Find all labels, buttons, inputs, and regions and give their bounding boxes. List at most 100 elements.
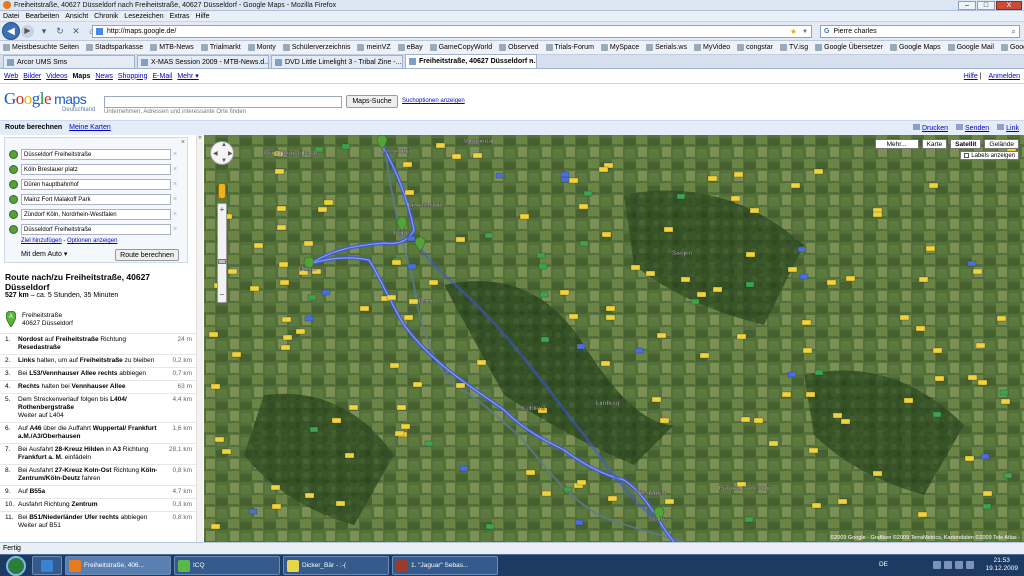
taskbar-window-button[interactable]: 1. "Jaguar" Sebas... (392, 556, 498, 575)
pan-left-icon[interactable]: ◀ (213, 150, 218, 157)
map-view[interactable]: Düsseldorf Wuppertal Mönchengladbach Köln Le… (204, 135, 1024, 542)
waypoint-marker-icon[interactable] (9, 224, 18, 234)
city-label[interactable]: Frankfurt am Main (719, 485, 772, 492)
show-options-link[interactable]: Optionen anzeigen (67, 238, 117, 244)
waypoint-marker-icon[interactable] (9, 209, 18, 219)
search-icon[interactable]: ⌕ (1012, 27, 1016, 37)
remove-waypoint-icon[interactable]: × (171, 151, 179, 158)
bookmark-item[interactable]: Trials-Forum (545, 44, 594, 51)
travel-mode-select[interactable]: Mit dem Auto ▾ (21, 250, 67, 258)
network-icon[interactable] (933, 561, 941, 569)
waypoint-input[interactable]: Zündorf Köln, Nordrhein-Westfalen (21, 208, 171, 220)
remove-waypoint-icon[interactable]: × (171, 181, 179, 188)
ie-quicklaunch[interactable] (32, 556, 62, 575)
url-dropdown-icon[interactable]: ▼ (802, 29, 808, 35)
bookmark-item[interactable]: Monty (247, 44, 276, 51)
pan-right-icon[interactable]: ▶ (228, 150, 233, 157)
menu-extras[interactable]: Extras (170, 13, 190, 20)
waypoint-marker-icon[interactable] (9, 164, 18, 174)
browser-tab[interactable]: Freiheitstraße, 40627 Düsseldorf n... × (405, 54, 537, 68)
bookmark-item[interactable]: Google Mail - Postein... (1000, 44, 1024, 51)
waypoint-input[interactable]: Mainz Fort Malakoff Park (21, 193, 171, 205)
tab-close-icon[interactable]: × (529, 58, 533, 65)
waypoint-marker-icon[interactable] (9, 194, 18, 204)
browser-tab[interactable]: DVD Little Limelight 3 - Tribal Zine -..… (271, 55, 403, 68)
bookmark-item[interactable]: MyVideo (694, 44, 730, 51)
pan-down-icon[interactable]: ▼ (221, 158, 227, 164)
city-label[interactable]: Düsseldorf (380, 148, 412, 155)
city-label[interactable]: Bonn (419, 298, 435, 305)
url-bar[interactable]: http://maps.google.de/ ★ ▼ (92, 25, 812, 38)
link-link[interactable]: Link (997, 124, 1019, 132)
route-step[interactable]: 4. Rechts halten bei Vennhauser Allee 63 m (0, 380, 196, 393)
city-label[interactable]: Wuppertal (464, 138, 494, 145)
zoom-out-button[interactable]: − (218, 290, 226, 299)
taskbar-window-button[interactable]: Freiheitstraße, 406... (65, 556, 171, 575)
search-options-link[interactable]: Suchoptionen anzeigen (402, 98, 465, 104)
gbar-bilder-link[interactable]: Bilder (23, 73, 41, 80)
bookmark-item[interactable]: Serials.ws (646, 44, 687, 51)
bookmark-item[interactable]: Trialmarkt (200, 44, 241, 51)
gbar-news-link[interactable]: News (95, 73, 113, 80)
route-step[interactable]: 3. Bei L53/Vennhauser Allee rechts abbieg… (0, 367, 196, 380)
collapse-panel-icon[interactable]: « (197, 135, 203, 141)
bookmark-item[interactable]: congstar (737, 44, 773, 51)
bookmark-item[interactable]: Schülerverzeichnis (282, 44, 350, 51)
bookmark-item[interactable]: eBay (397, 44, 423, 51)
gbar-shopping-link[interactable]: Shopping (118, 73, 148, 80)
add-destination-link[interactable]: Ziel hinzufügen (21, 238, 62, 244)
maps-search-button[interactable]: Maps-Suche (346, 95, 398, 108)
battery-icon[interactable] (966, 561, 974, 569)
map-type-satellit[interactable]: Satellit (950, 139, 982, 149)
stop-icon[interactable]: ✕ (70, 25, 82, 37)
satellite-map[interactable]: Düsseldorf Wuppertal Mönchengladbach Köln Le… (204, 135, 1024, 542)
route-step[interactable]: 9. Auf B55a 4,7 km (0, 485, 196, 498)
route-step[interactable]: 7. Bei Ausfahrt 28-Kreuz Hilden in A3 Ric… (0, 443, 196, 464)
google-maps-logo[interactable]: Google maps (4, 89, 87, 109)
waypoint-marker-icon[interactable] (9, 179, 18, 189)
maximize-button[interactable]: □ (977, 1, 995, 10)
bookmark-item[interactable]: Stadtsparkasse (85, 44, 143, 51)
taskbar-window-button[interactable]: Dicker_Bär - :-( (283, 556, 389, 575)
waypoint-input[interactable]: Düsseldorf Freiheitstraße (21, 223, 171, 235)
waypoint-input[interactable]: Düsseldorf Freiheitstraße (21, 148, 171, 160)
gbar-videos-link[interactable]: Videos (46, 73, 67, 80)
clock[interactable]: 21:53 19.12.2009 (985, 557, 1018, 573)
city-label[interactable]: Leverkusen (408, 202, 442, 209)
city-label[interactable]: Siegen (672, 250, 693, 257)
pan-control[interactable]: ▲ ▼ ◀ ▶ (210, 141, 234, 165)
route-tab[interactable]: Route berechnen (5, 124, 62, 131)
bookmark-item[interactable]: GameCopyWorld (429, 44, 492, 51)
bookmark-item[interactable]: Meistbesuchte Seiten (3, 44, 79, 51)
remove-waypoint-icon[interactable]: × (171, 196, 179, 203)
menu-datei[interactable]: Datei (3, 13, 19, 20)
pegman-icon[interactable] (218, 183, 226, 199)
back-button[interactable]: ◀ (2, 22, 20, 40)
search-bar[interactable]: G Pierre charles ⌕ (820, 25, 1020, 38)
city-label[interactable]: Mainz (650, 516, 668, 523)
city-label[interactable]: Wiesbaden (634, 490, 667, 497)
bookmark-item[interactable]: TV.isg (779, 44, 808, 51)
route-step[interactable]: 6. Auf A46 über die Auffahrt Wuppertal/ F… (0, 422, 196, 443)
volume-icon[interactable] (944, 561, 952, 569)
forward-button[interactable]: ▶ (21, 24, 34, 38)
waypoint-input[interactable]: Düren hauptbahnhof (21, 178, 171, 190)
menu-lesezeichen[interactable]: Lesezeichen (124, 13, 163, 20)
menu-bearbeiten[interactable]: Bearbeiten (25, 13, 59, 20)
remove-waypoint-icon[interactable]: × (171, 166, 179, 173)
route-step[interactable]: 10. Ausfahrt Richtung Zentrum 0,3 km (0, 498, 196, 511)
gbar-more-link[interactable]: Mehr ▾ (177, 72, 198, 80)
city-label[interactable]: Koblenz (522, 405, 546, 412)
waypoint-marker-icon[interactable] (9, 149, 18, 159)
bookmark-item[interactable]: meinVZ (357, 44, 391, 51)
print-link[interactable]: Drucken (912, 124, 948, 132)
close-route-form-icon[interactable]: × (181, 139, 185, 146)
city-label[interactable]: Mönchengladbach (264, 150, 318, 157)
bookmark-item[interactable]: MTB-News (150, 44, 194, 51)
url-text[interactable]: http://maps.google.de/ (107, 28, 176, 35)
gbar-email-link[interactable]: E-Mail (152, 73, 172, 80)
bookmark-star-icon[interactable]: ★ (790, 27, 797, 36)
city-label[interactable]: Düren (299, 266, 317, 273)
labels-checkbox[interactable]: Labels anzeigen (960, 151, 1019, 160)
pan-up-icon[interactable]: ▲ (221, 142, 227, 148)
